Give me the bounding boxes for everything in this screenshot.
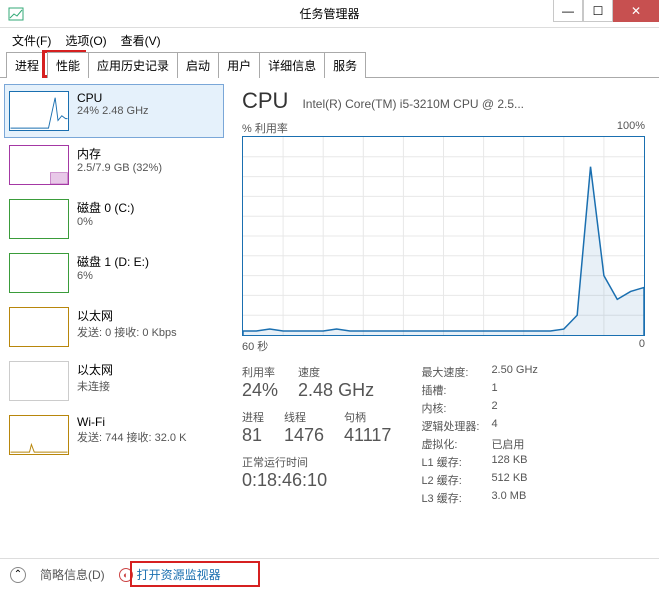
l3-k: L3 缓存: [421, 490, 491, 506]
proc-label: 进程 [242, 409, 264, 425]
l2-k: L2 缓存: [421, 472, 491, 488]
chart-ylabel: % 利用率 [242, 120, 288, 136]
sidebar-item-wifi[interactable]: Wi-Fi 发送: 744 接收: 32.0 K [4, 408, 224, 462]
sidebar-wifi-sub: 发送: 744 接收: 32.0 K [77, 429, 186, 445]
handle-value: 41117 [344, 425, 391, 446]
menu-options[interactable]: 选项(O) [59, 30, 112, 51]
proc-value: 81 [242, 425, 264, 446]
window-title: 任务管理器 [299, 5, 359, 22]
sidebar-eth0-title: 以太网 [77, 307, 177, 324]
eth1-thumb-icon [9, 361, 69, 401]
menu-view[interactable]: 查看(V) [115, 30, 167, 51]
uptime-value: 0:18:46:10 [242, 470, 391, 491]
speed-value: 2.48 GHz [298, 380, 374, 401]
main-header: CPU Intel(R) Core(TM) i5-3210M CPU @ 2.5… [242, 88, 645, 114]
virt-k: 虚拟化: [421, 436, 491, 452]
brief-info-link[interactable]: 简略信息(D) [40, 566, 105, 583]
cpu-thumb-icon [9, 91, 69, 131]
sidebar-eth1-sub: 未连接 [77, 378, 113, 394]
chart-xmin: 60 秒 [242, 338, 268, 354]
wifi-thumb-icon [9, 415, 69, 455]
stats-area: 利用率 24% 速度 2.48 GHz 进程 81 线程 147 [242, 364, 645, 508]
resource-monitor-icon: ◐ [119, 568, 133, 582]
cores-k: 内核: [421, 400, 491, 416]
chart-xmax: 0 [639, 338, 645, 354]
sidebar-item-memory[interactable]: 内存 2.5/7.9 GB (32%) [4, 138, 224, 192]
util-value: 24% [242, 380, 278, 401]
speed-label: 速度 [298, 364, 374, 380]
content-area: CPU 24% 2.48 GHz 内存 2.5/7.9 GB (32%) 磁盘 … [0, 78, 659, 558]
sidebar-item-disk1[interactable]: 磁盘 1 (D: E:) 6% [4, 246, 224, 300]
menu-bar: 文件(F) 选项(O) 查看(V) [0, 28, 659, 52]
sidebar: CPU 24% 2.48 GHz 内存 2.5/7.9 GB (32%) 磁盘 … [0, 78, 228, 558]
logical-v: 4 [491, 418, 497, 434]
minimize-button[interactable]: — [553, 0, 583, 22]
open-resource-monitor-link[interactable]: ◐ 打开资源监视器 [119, 566, 221, 583]
logical-k: 逻辑处理器: [421, 418, 491, 434]
chart-area: % 利用率 100% [242, 120, 645, 354]
eth0-thumb-icon [9, 307, 69, 347]
resmon-label: 打开资源监视器 [137, 566, 221, 583]
l3-v: 3.0 MB [491, 490, 526, 506]
tab-details[interactable]: 详细信息 [259, 52, 325, 78]
tab-services[interactable]: 服务 [324, 52, 366, 78]
sidebar-disk1-title: 磁盘 1 (D: E:) [77, 253, 149, 270]
uptime-label: 正常运行时间 [242, 454, 391, 470]
main-panel: CPU Intel(R) Core(TM) i5-3210M CPU @ 2.5… [228, 78, 659, 558]
footer-bar: ⌃ 简略信息(D) ◐ 打开资源监视器 [0, 558, 659, 590]
l2-v: 512 KB [491, 472, 527, 488]
maxspeed-k: 最大速度: [421, 364, 491, 380]
sidebar-mem-title: 内存 [77, 145, 162, 162]
cpu-chart [242, 136, 645, 336]
l1-v: 128 KB [491, 454, 527, 470]
sockets-k: 插槽: [421, 382, 491, 398]
app-icon [8, 6, 24, 22]
tab-processes[interactable]: 进程 [6, 52, 48, 78]
virt-v: 已启用 [491, 436, 524, 452]
main-heading: CPU [242, 88, 288, 114]
util-label: 利用率 [242, 364, 278, 380]
sidebar-cpu-title: CPU [77, 91, 149, 105]
thread-value: 1476 [284, 425, 324, 446]
memory-thumb-icon [9, 145, 69, 185]
fewer-details-icon[interactable]: ⌃ [10, 567, 26, 583]
sidebar-eth1-title: 以太网 [77, 361, 113, 378]
sidebar-eth0-sub: 发送: 0 接收: 0 Kbps [77, 324, 177, 340]
sidebar-item-eth1[interactable]: 以太网 未连接 [4, 354, 224, 408]
cores-v: 2 [491, 400, 497, 416]
sockets-v: 1 [491, 382, 497, 398]
chart-ymax: 100% [617, 120, 645, 136]
cpu-description: Intel(R) Core(TM) i5-3210M CPU @ 2.5... [302, 97, 645, 111]
sidebar-item-disk0[interactable]: 磁盘 0 (C:) 0% [4, 192, 224, 246]
menu-file[interactable]: 文件(F) [6, 30, 57, 51]
sidebar-disk0-sub: 0% [77, 216, 134, 228]
sidebar-disk0-title: 磁盘 0 (C:) [77, 199, 134, 216]
tab-startup[interactable]: 启动 [177, 52, 219, 78]
handle-label: 句柄 [344, 409, 391, 425]
tab-bar: 进程 性能 应用历史记录 启动 用户 详细信息 服务 [0, 52, 659, 78]
l1-k: L1 缓存: [421, 454, 491, 470]
thread-label: 线程 [284, 409, 324, 425]
tab-users[interactable]: 用户 [218, 52, 260, 78]
sidebar-item-cpu[interactable]: CPU 24% 2.48 GHz [4, 84, 224, 138]
disk1-thumb-icon [9, 253, 69, 293]
maxspeed-v: 2.50 GHz [491, 364, 537, 380]
sidebar-mem-sub: 2.5/7.9 GB (32%) [77, 162, 162, 174]
sidebar-item-eth0[interactable]: 以太网 发送: 0 接收: 0 Kbps [4, 300, 224, 354]
tab-performance[interactable]: 性能 [47, 52, 89, 78]
title-bar: 任务管理器 — ☐ ✕ [0, 0, 659, 28]
window-controls: — ☐ ✕ [553, 0, 659, 22]
maximize-button[interactable]: ☐ [583, 0, 613, 22]
close-button[interactable]: ✕ [613, 0, 659, 22]
sidebar-cpu-sub: 24% 2.48 GHz [77, 105, 149, 117]
sidebar-wifi-title: Wi-Fi [77, 415, 186, 429]
sidebar-disk1-sub: 6% [77, 270, 149, 282]
disk0-thumb-icon [9, 199, 69, 239]
tab-app-history[interactable]: 应用历史记录 [88, 52, 178, 78]
